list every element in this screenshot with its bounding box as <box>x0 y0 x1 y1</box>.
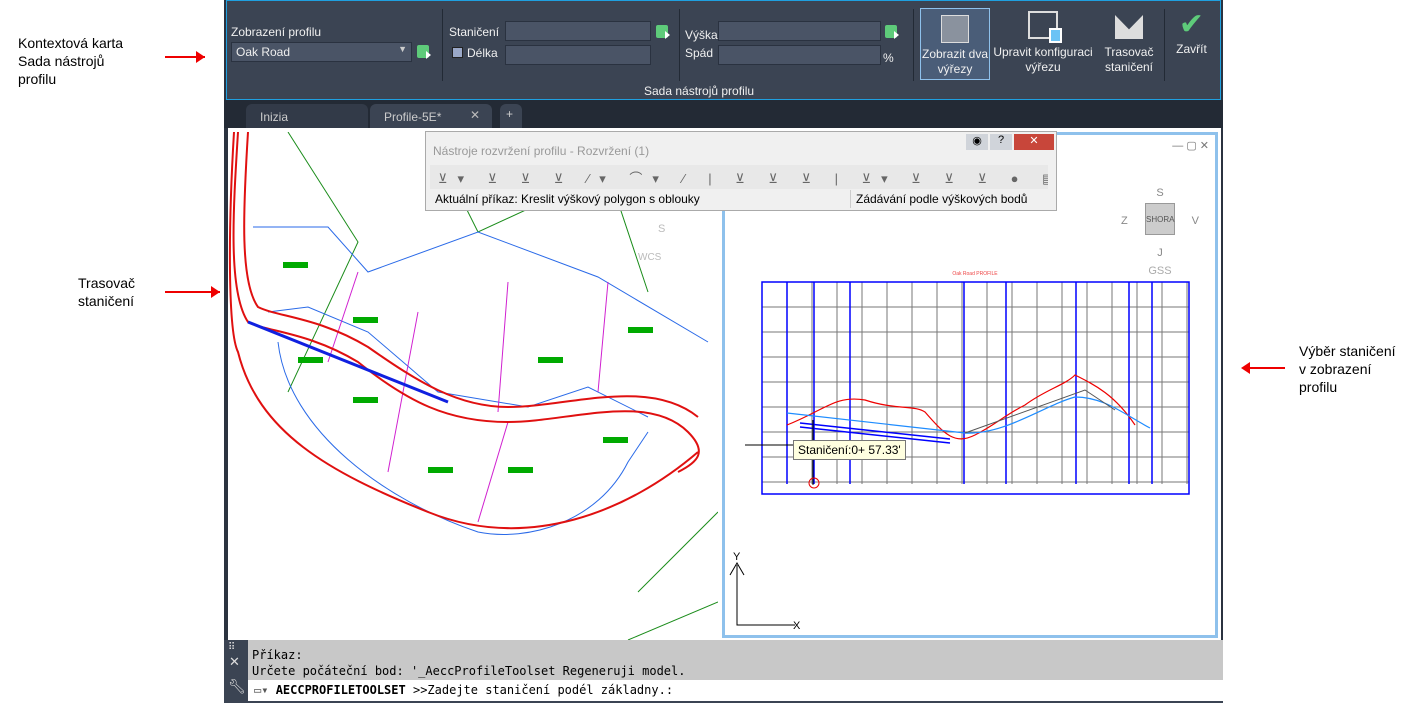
pick-from-drawing-icon[interactable] <box>417 45 431 59</box>
annotation-line: Výběr staničení <box>1299 343 1396 359</box>
wrench-icon[interactable]: 🔧︎ <box>228 678 246 695</box>
close-icon[interactable]: ✕ <box>1014 134 1054 150</box>
arrow-icon <box>165 51 205 63</box>
length-input[interactable] <box>505 45 651 65</box>
edit-viewport-config-button[interactable]: Upravit konfiguraci výřezu <box>993 8 1093 80</box>
tab-profile-5e[interactable]: Profile-5E* ✕ <box>370 104 492 128</box>
viewcube-face[interactable]: SHORA <box>1145 203 1175 235</box>
arrow-icon <box>1241 362 1285 374</box>
button-label: staničení <box>1104 60 1154 74</box>
viewports-icon <box>941 15 969 43</box>
close-button[interactable]: ✔ Zavřít <box>1169 8 1214 80</box>
compass-north-label: S <box>658 223 665 235</box>
pick-elevation-icon[interactable] <box>885 25 899 39</box>
annotation-line: staničení <box>78 293 135 309</box>
grade-label: Spád <box>685 46 714 60</box>
station-input[interactable] <box>505 21 651 41</box>
viewcube-north: S <box>1156 187 1164 199</box>
viewport-config-icon <box>1028 11 1062 43</box>
input-mode[interactable]: Zádávání podle výškových bodů <box>850 190 1048 208</box>
profile-view-label: Zobrazení profilu <box>231 25 322 39</box>
palette-title: Nástroje rozvržení profilu - Rozvržení (… <box>433 144 650 158</box>
annotation-line: v zobrazení <box>1299 361 1372 377</box>
axis-x-label: X <box>793 620 801 632</box>
checkmark-icon: ✔ <box>1178 8 1205 41</box>
ucs-icon <box>729 562 795 626</box>
tab-label: Profile-5E* <box>384 110 442 124</box>
station-tracker-icon <box>1115 15 1143 39</box>
new-tab-button[interactable]: + <box>500 104 522 128</box>
viewport-window-controls[interactable]: — ▢ ✕ <box>1172 139 1209 152</box>
help-icon[interactable]: ? <box>990 134 1012 150</box>
close-icon[interactable]: ✕ <box>229 654 240 670</box>
profile-view-select[interactable]: Oak Road ▼ <box>231 42 412 62</box>
ucs-label: WCS <box>638 252 662 263</box>
prompt-text: >>Zadejte staničení podél základny.: <box>412 683 674 697</box>
palette-toolbar[interactable]: ⊻▾ ⊻ ⊻ ⊻ ⁄▾ ⌒▾ ⁄ | ⊻ ⊻ ⊻ | ⊻▾ ⊻ ⊻ ⊻ ● ▤ … <box>430 165 1048 189</box>
command-input[interactable]: ▭▾ AECCPROFILETOOLSET >>Zadejte staničen… <box>248 680 1223 701</box>
civil3d-window: Zobrazení profilu Oak Road ▼ Staničení D… <box>224 0 1223 703</box>
viewcube-west: Z <box>1121 215 1128 227</box>
length-label: Délka <box>467 46 498 60</box>
viewcube-east: V <box>1191 215 1199 227</box>
tab-inizia[interactable]: Inizia <box>246 104 368 128</box>
button-label: Trasovač <box>1104 45 1154 59</box>
profile-layout-tools-palette: Nástroje rozvržení profilu - Rozvržení (… <box>425 131 1057 211</box>
document-tabs: Inizia Profile-5E* ✕ + <box>224 100 1223 128</box>
pick-station-icon[interactable] <box>656 25 670 39</box>
ribbon-contextual-tab: Zobrazení profilu Oak Road ▼ Staničení D… <box>226 0 1221 100</box>
button-label: výřezy <box>937 62 973 76</box>
annotation-station-tracker: Trasovač staničení <box>78 274 135 310</box>
button-label: výřezu <box>1025 60 1061 74</box>
prompt-command: AECCPROFILETOOLSET <box>275 683 406 697</box>
annotation-line: profilu <box>18 71 57 87</box>
tab-label: Inizia <box>260 110 289 124</box>
annotation-line: profilu <box>1299 379 1338 395</box>
profile-title: Oak Road PROFILE <box>952 271 998 277</box>
annotation-contextual-tab: Kontextová karta Sada nástrojů profilu <box>18 34 123 88</box>
command-history: Příkaz: Určete počáteční bod: '_AeccProf… <box>248 640 1223 680</box>
ucs-menu[interactable]: GSS <box>1125 265 1195 277</box>
grade-unit: % <box>883 51 894 65</box>
length-checkbox[interactable] <box>452 47 463 58</box>
button-label: Zavřít <box>1176 42 1207 56</box>
two-viewports-button[interactable]: Zobrazit dva výřezy <box>920 8 990 80</box>
annotation-line: Sada nástrojů <box>18 53 105 69</box>
axis-y-label: Y <box>733 551 741 563</box>
history-line: Určete počáteční bod: '_AeccProfileTools… <box>252 664 686 678</box>
pin-icon[interactable]: ◉ <box>966 134 988 150</box>
annotation-line: Kontextová karta <box>18 35 124 51</box>
chevron-down-icon: ▼ <box>398 44 407 54</box>
grade-input[interactable] <box>718 45 881 65</box>
grip-icon[interactable]: ⠿ <box>228 642 235 653</box>
palette-window-controls: ◉ ? ✕ <box>966 134 1054 150</box>
elevation-label: Výška <box>685 28 718 42</box>
command-prompt-icon: ▭▾ <box>254 683 276 697</box>
profile-view-value: Oak Road <box>236 45 291 59</box>
panel-title: Sada nástrojů profilu <box>644 84 755 98</box>
command-line: ⠿ ✕ 🔧︎ Příkaz: Určete počáteční bod: '_A… <box>224 640 1223 703</box>
alignment <box>247 320 449 404</box>
station-label: Staničení <box>449 25 500 39</box>
graph-frame <box>761 281 1190 495</box>
close-tab-icon[interactable]: ✕ <box>470 108 480 122</box>
elevation-input[interactable] <box>718 21 881 41</box>
button-label: Zobrazit dva <box>921 47 989 61</box>
button-label: Upravit konfiguraci <box>993 45 1093 59</box>
annotation-line: Trasovač <box>78 275 136 291</box>
station-tracker-button[interactable]: Trasovač staničení <box>1099 8 1159 80</box>
arrow-icon <box>165 286 220 298</box>
current-command: Aktuální příkaz: Kreslit výškový polygon… <box>435 192 700 206</box>
annotation-station-selection: Výběr staničení v zobrazení profilu <box>1299 342 1396 396</box>
station-tooltip: Staničení:0+ 57.33' <box>793 440 906 460</box>
viewcube-south: J <box>1157 247 1163 259</box>
history-line: Příkaz: <box>252 648 303 662</box>
viewcube[interactable]: S Z SHORA V J GSS <box>1121 187 1199 277</box>
